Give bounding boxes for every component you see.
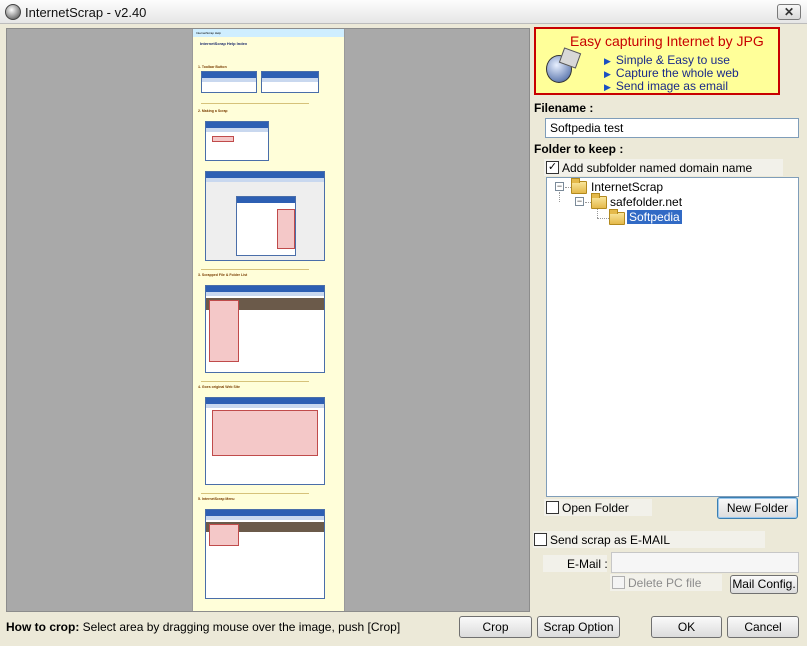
add-subfolder-checkbox[interactable]: ✓	[546, 161, 559, 174]
page-screenshot	[205, 397, 325, 485]
page-screenshot	[205, 509, 325, 599]
banner-line: ▶ Capture the whole web	[604, 66, 739, 80]
page-screenshot	[205, 285, 325, 373]
email-label: E-Mail :	[567, 557, 608, 571]
page-divider	[201, 103, 309, 104]
page-section: 4. Goes original Web Site	[198, 385, 240, 389]
banner-line: ▶ Send image as email	[604, 79, 728, 93]
folder-label: Folder to keep :	[534, 142, 624, 156]
mail-config-button[interactable]: Mail Config.	[730, 575, 798, 594]
globe-icon	[546, 55, 572, 83]
window-title: InternetScrap - v2.40	[25, 5, 147, 20]
send-email-checkbox[interactable]	[534, 533, 547, 546]
banner-title: Easy capturing Internet by JPG	[570, 33, 764, 49]
title-bar: InternetScrap - v2.40 ✕	[0, 0, 807, 24]
bullet-icon: ▶	[604, 56, 611, 66]
folder-icon	[571, 178, 587, 194]
delete-pc-file-label: Delete PC file	[628, 576, 702, 590]
cancel-button[interactable]: Cancel	[727, 616, 799, 638]
app-icon	[5, 4, 21, 20]
close-button[interactable]: ✕	[777, 4, 801, 20]
page-screenshot	[205, 121, 269, 161]
page-section: 3. Scrapped File & Folder List	[198, 273, 248, 277]
preview-area[interactable]: InternetScrap Help InternetScrap Help In…	[6, 28, 530, 612]
banner-line: ▶ Simple & Easy to use	[604, 53, 730, 67]
tree-expander[interactable]: −	[575, 197, 584, 206]
folder-icon	[591, 193, 607, 209]
tree-item-internetscrap[interactable]: InternetScrap	[591, 180, 663, 194]
tree-item-softpedia[interactable]: Softpedia	[627, 210, 682, 224]
bullet-icon: ▶	[604, 82, 611, 92]
open-folder-checkbox[interactable]	[546, 501, 559, 514]
page-divider	[201, 269, 309, 270]
folder-icon	[609, 209, 625, 225]
folder-tree[interactable]: − InternetScrap − safefolder.net Softped…	[546, 177, 799, 497]
page-screenshot	[205, 171, 325, 261]
page-section: 1. Toolbar Button	[198, 65, 227, 69]
send-email-label: Send scrap as E-MAIL	[550, 533, 671, 547]
promo-banner: Easy capturing Internet by JPG ▶ Simple &…	[534, 27, 780, 95]
email-input[interactable]	[611, 552, 799, 573]
scrap-option-button[interactable]: Scrap Option	[537, 616, 620, 638]
page-divider	[201, 381, 309, 382]
page-section: 2. Making a Scrap	[198, 109, 228, 113]
page-divider	[201, 493, 309, 494]
delete-pc-file-checkbox[interactable]	[612, 576, 625, 589]
page-screenshot	[201, 71, 257, 93]
how-to-crop-label: How to crop:	[6, 620, 80, 634]
how-to-crop-text: Select area by dragging mouse over the i…	[79, 620, 401, 634]
filename-label: Filename :	[534, 101, 594, 115]
captured-page-image[interactable]: InternetScrap Help InternetScrap Help In…	[192, 29, 345, 611]
how-to-crop-hint: How to crop: Select area by dragging mou…	[6, 620, 400, 634]
ok-button[interactable]: OK	[651, 616, 722, 638]
open-folder-label: Open Folder	[562, 501, 629, 515]
page-title: InternetScrap Help Index	[200, 41, 248, 46]
add-subfolder-label: Add subfolder named domain name	[562, 161, 753, 175]
filename-input[interactable]: Softpedia test	[545, 118, 799, 138]
new-folder-button[interactable]: New Folder	[717, 497, 798, 519]
page-section: 5. InternetScrap Menu	[198, 497, 235, 501]
bullet-icon: ▶	[604, 69, 611, 79]
page-screenshot	[261, 71, 319, 93]
tree-item-safefolder[interactable]: safefolder.net	[610, 195, 682, 209]
crop-button[interactable]: Crop	[459, 616, 532, 638]
page-header: InternetScrap Help	[193, 29, 344, 37]
tree-expander[interactable]: −	[555, 182, 564, 191]
